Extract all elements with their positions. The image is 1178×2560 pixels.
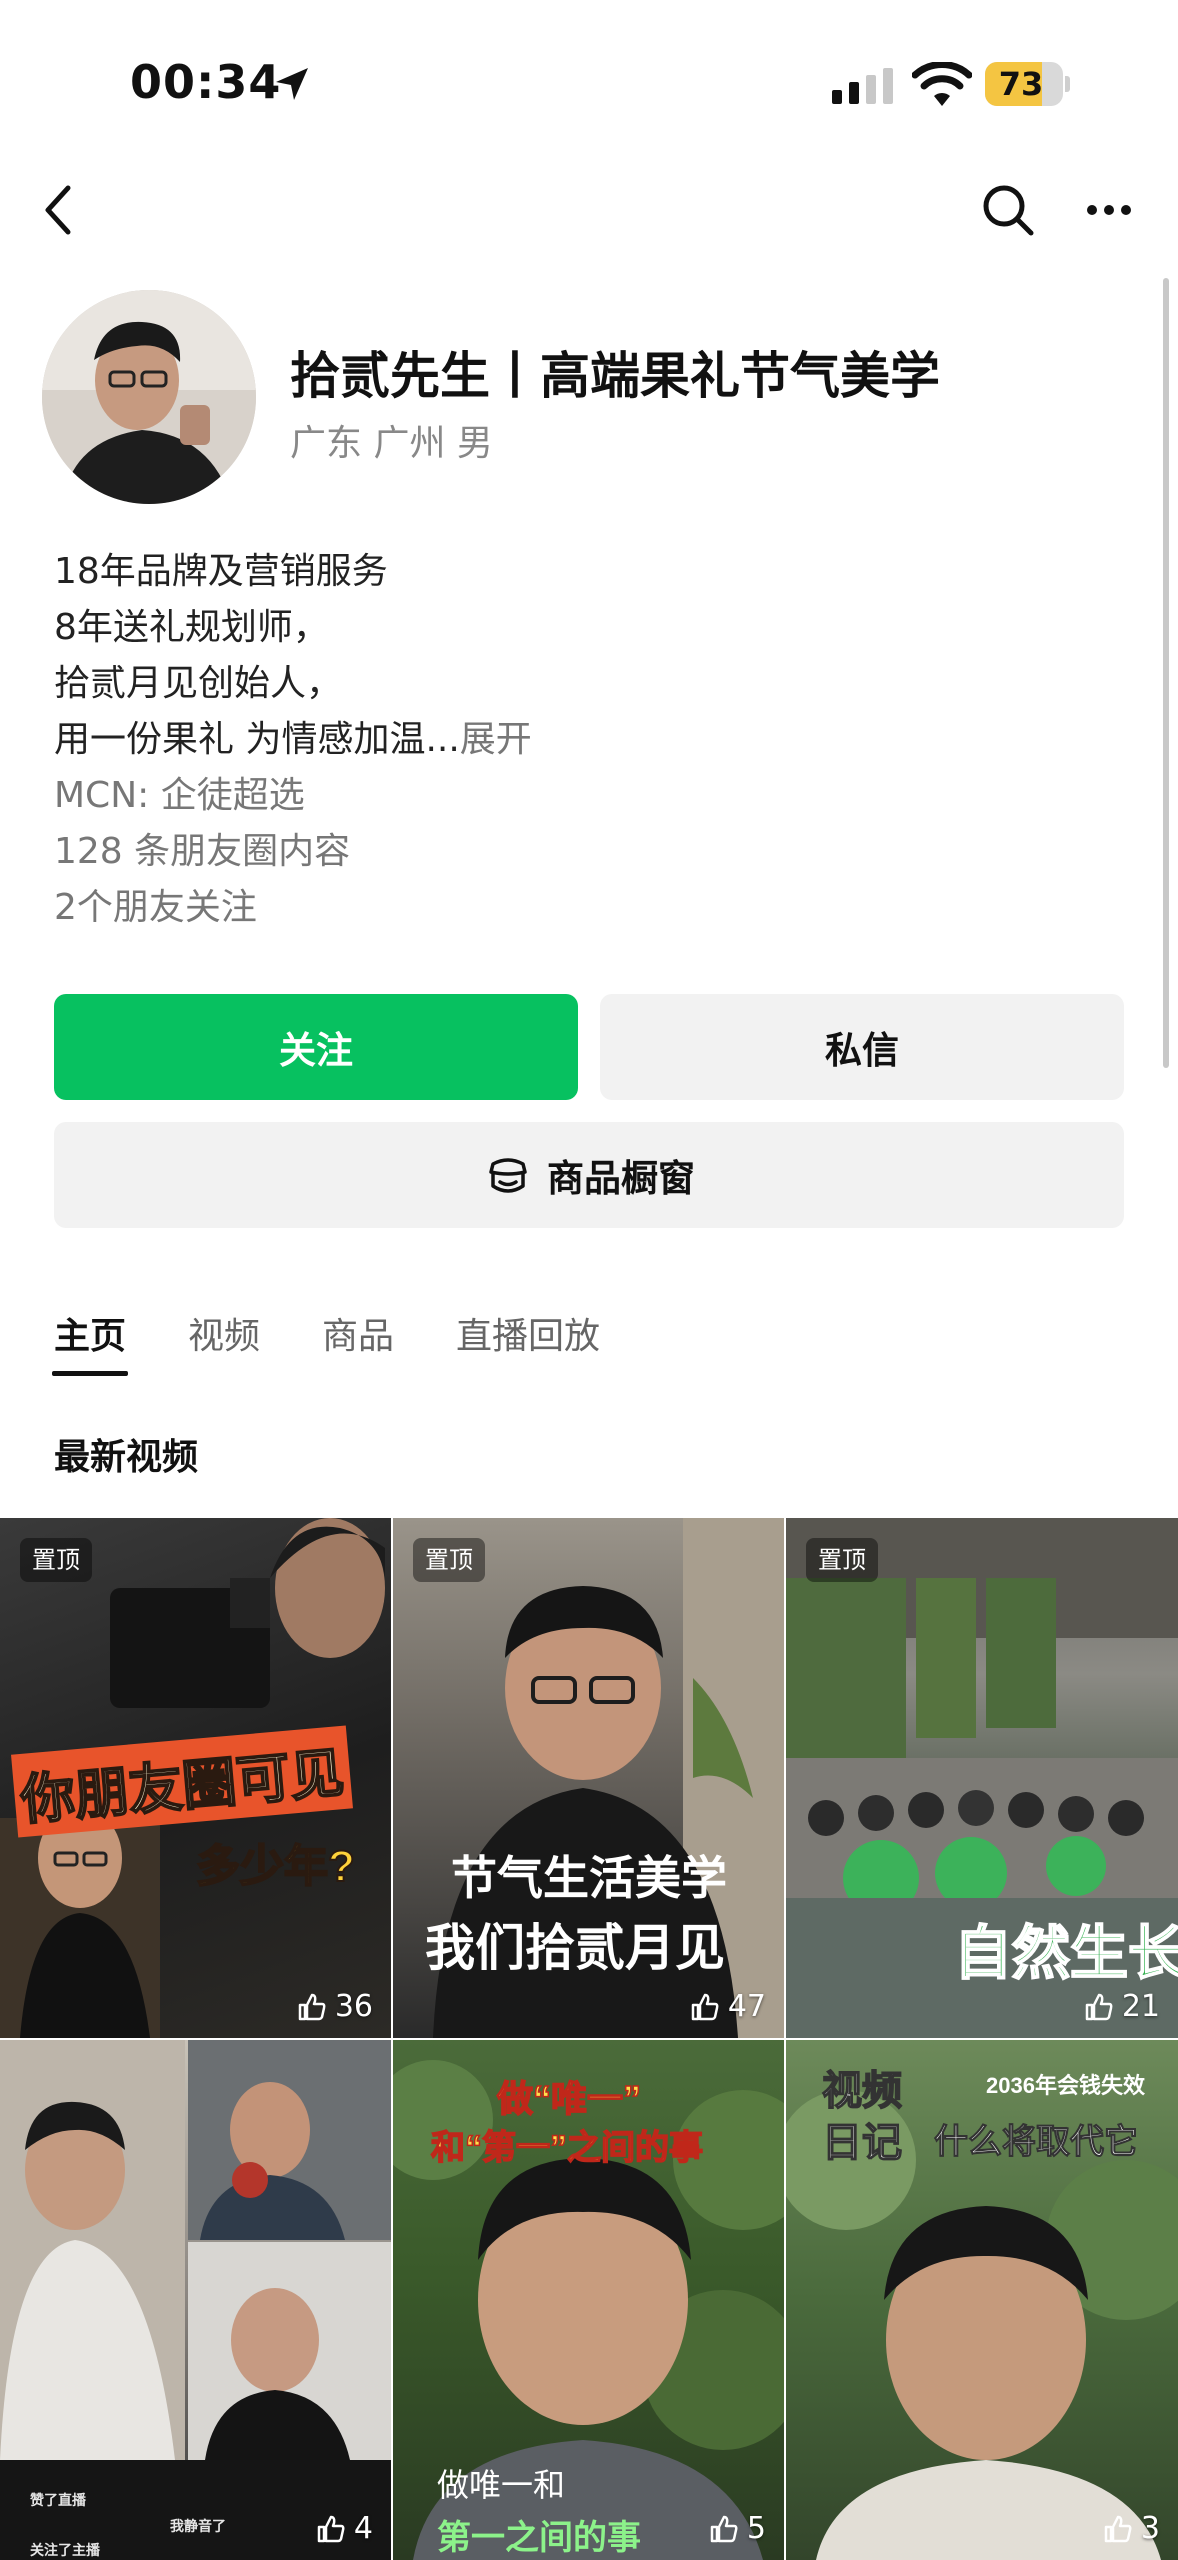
bio-line: 18年品牌及营销服务	[54, 551, 388, 592]
avatar[interactable]	[42, 290, 256, 504]
thumbs-up-icon	[710, 2515, 738, 2542]
status-bar: 00:34 73	[0, 0, 1178, 160]
scroll-indicator[interactable]	[1163, 278, 1169, 1068]
cellular-signal-icon	[832, 68, 893, 104]
chat-message: 关注了主播	[30, 2542, 100, 2558]
video-thumbnail[interactable]: 你朋友圈可见 多少年? 置顶 36	[0, 1518, 391, 2038]
message-button[interactable]: 私信	[600, 994, 1124, 1100]
location-arrow-icon	[276, 68, 308, 100]
video-subtitle: 做唯一和	[437, 2467, 566, 2503]
tab-home[interactable]: 主页	[51, 1310, 129, 1382]
video-caption: 节气生活美学	[451, 1852, 727, 1904]
chat-message: 我静音了	[170, 2518, 226, 2534]
like-count: 36	[297, 1989, 373, 2024]
video-thumbnail[interactable]: 赞了直播 我静音了 关注了主播 4	[0, 2040, 391, 2560]
video-caption: 做“唯一”	[496, 2077, 642, 2120]
moments-count[interactable]: 128 条朋友圈内容	[54, 824, 1134, 880]
profile-location: 广东 广州 男	[290, 423, 493, 464]
like-count: 3	[1103, 2511, 1160, 2546]
bio-line: 拾贰月见创始人，	[54, 663, 343, 704]
chat-message: 赞了直播	[30, 2492, 86, 2508]
expand-link[interactable]: 展开	[460, 719, 532, 760]
shop-window-label: 商品橱窗	[547, 1157, 695, 1200]
video-thumbnail[interactable]: 视频 日记 2036年会钱失效 什么将取代它 3	[786, 2040, 1178, 2560]
like-count: 47	[690, 1989, 766, 2024]
tab-live-replay[interactable]: 直播回放	[456, 1310, 600, 1382]
more-horizontal-icon[interactable]	[1084, 188, 1134, 232]
section-title: 最新视频	[54, 1437, 199, 1478]
like-count-value: 4	[353, 2511, 373, 2546]
video-grid: 你朋友圈可见 多少年? 置顶 36 节气生活美学 我们拾贰月见 置顶 47 自然…	[0, 1518, 1178, 2560]
status-time: 00:34	[130, 55, 282, 109]
video-caption: 日记	[821, 2120, 903, 2166]
like-count: 4	[316, 2511, 373, 2546]
bio-line-text: 用一份果礼 为情感加温...	[54, 719, 460, 760]
thumbs-up-icon	[317, 2515, 345, 2542]
video-subtitle: 第一之间的事	[437, 2519, 641, 2557]
thumbs-up-icon	[691, 1993, 719, 2020]
pinned-badge: 置顶	[806, 1538, 878, 1582]
like-count-value: 5	[746, 2511, 766, 2546]
video-thumbnail[interactable]: 做“唯一” 和“第一”之间的事 做唯一和 第一之间的事 5	[393, 2040, 784, 2560]
wifi-icon	[912, 62, 972, 106]
like-count: 21	[1084, 1989, 1160, 2024]
video-caption: 什么将取代它	[934, 2123, 1139, 2162]
video-caption: 和“第一”之间的事	[430, 2128, 704, 2168]
shop-icon	[489, 1158, 527, 1193]
tab-products[interactable]: 商品	[322, 1310, 394, 1382]
avatar-photo	[42, 290, 256, 504]
battery-indicator: 73	[985, 62, 1070, 106]
video-caption: 自然生长	[953, 1920, 1178, 1987]
like-count-value: 47	[727, 1989, 766, 2024]
tab-videos[interactable]: 视频	[188, 1310, 260, 1382]
video-caption: 2036年会钱失效	[986, 2073, 1145, 2098]
video-caption: 视频	[821, 2068, 903, 2114]
thumbs-up-icon	[298, 1993, 326, 2020]
shop-window-button[interactable]: 商品橱窗	[54, 1122, 1124, 1228]
bio-line: 8年送礼规划师，	[54, 607, 329, 648]
thumbs-up-icon	[1104, 2515, 1132, 2542]
profile-name: 拾贰先生丨高端果礼节气美学	[290, 347, 940, 405]
profile-bio: 18年品牌及营销服务 8年送礼规划师， 拾贰月见创始人， 用一份果礼 为情感加温…	[54, 544, 1134, 936]
video-caption: 多少年?	[195, 1841, 356, 1892]
battery-percentage: 73	[998, 65, 1044, 103]
pinned-badge: 置顶	[20, 1538, 92, 1582]
mcn-info: MCN: 企徒超选	[54, 775, 305, 816]
thumbs-up-icon	[1085, 1993, 1113, 2020]
nav-bar	[0, 170, 1178, 250]
pinned-badge: 置顶	[413, 1538, 485, 1582]
like-count-value: 36	[334, 1989, 373, 2024]
like-count: 5	[709, 2511, 766, 2546]
bio-line-last: 用一份果礼 为情感加温...展开	[54, 712, 1134, 768]
like-count-value: 3	[1140, 2511, 1160, 2546]
chevron-left-icon[interactable]	[36, 180, 86, 240]
follow-button[interactable]: 关注	[54, 994, 578, 1100]
video-caption: 我们拾贰月见	[425, 1920, 725, 1976]
friends-following[interactable]: 2个朋友关注	[54, 880, 1134, 936]
search-icon[interactable]	[980, 182, 1036, 238]
video-thumbnail[interactable]: 节气生活美学 我们拾贰月见 置顶 47	[393, 1518, 784, 2038]
video-scene	[0, 2040, 391, 2560]
video-thumbnail[interactable]: 自然生长 置顶 21	[786, 1518, 1178, 2038]
like-count-value: 21	[1121, 1989, 1160, 2024]
profile-tabs: 主页 视频 商品 直播回放	[51, 1310, 662, 1382]
